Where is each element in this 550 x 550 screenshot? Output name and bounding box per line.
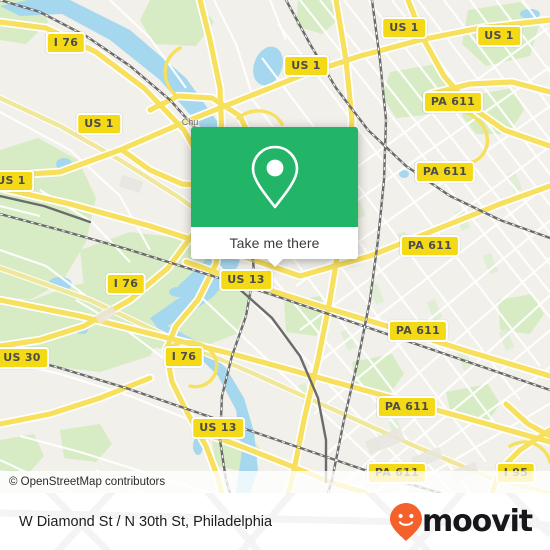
map-canvas[interactable]: I 76 US 1 US 1 US 1 PA 611 US 1 PA 611 US 1 PA 6… bbox=[0, 0, 550, 493]
osm-attribution-text[interactable]: © OpenStreetMap contributors bbox=[0, 476, 165, 488]
popup-pin-area bbox=[191, 127, 358, 227]
road-shield: US 1 bbox=[283, 55, 329, 77]
road-shield: PA 611 bbox=[376, 396, 438, 418]
road-shield: US 30 bbox=[0, 347, 49, 369]
map-place-label: Chu bbox=[181, 117, 199, 127]
road-shield: PA 611 bbox=[414, 161, 476, 183]
road-shield: PA 611 bbox=[422, 91, 484, 113]
moovit-logo[interactable]: moovit bbox=[389, 502, 550, 542]
road-shield: US 13 bbox=[219, 269, 273, 291]
road-shield: US 1 bbox=[76, 113, 122, 135]
destination-popup-card[interactable]: Take me there bbox=[191, 127, 358, 267]
popup-cta-area[interactable]: Take me there bbox=[191, 227, 358, 267]
road-shield: I 76 bbox=[45, 32, 87, 54]
road-shield: US 13 bbox=[191, 417, 245, 439]
road-shield: I 76 bbox=[163, 346, 205, 368]
road-shield: PA 611 bbox=[387, 320, 449, 342]
road-shield: I 76 bbox=[105, 273, 147, 295]
moovit-map-screen: I 76 US 1 US 1 US 1 PA 611 US 1 PA 611 US 1 PA 6… bbox=[0, 0, 550, 550]
address-label: W Diamond St / N 30th St, Philadelphia bbox=[19, 513, 273, 530]
map-attribution-bar: © OpenStreetMap contributors bbox=[0, 471, 550, 493]
location-pin-icon bbox=[251, 145, 298, 209]
take-me-there-button[interactable]: Take me there bbox=[229, 235, 319, 251]
moovit-wordmark: moovit bbox=[421, 503, 533, 539]
footer-bar: W Diamond St / N 30th St, Philadelphia m… bbox=[0, 493, 550, 550]
moovit-pin-smiley-icon bbox=[389, 502, 422, 541]
popup-pointer-tail bbox=[265, 258, 284, 267]
road-shield: US 1 bbox=[0, 170, 34, 192]
road-shield: US 1 bbox=[476, 25, 522, 47]
road-shield: US 1 bbox=[381, 17, 427, 39]
road-shield: PA 611 bbox=[399, 235, 461, 257]
